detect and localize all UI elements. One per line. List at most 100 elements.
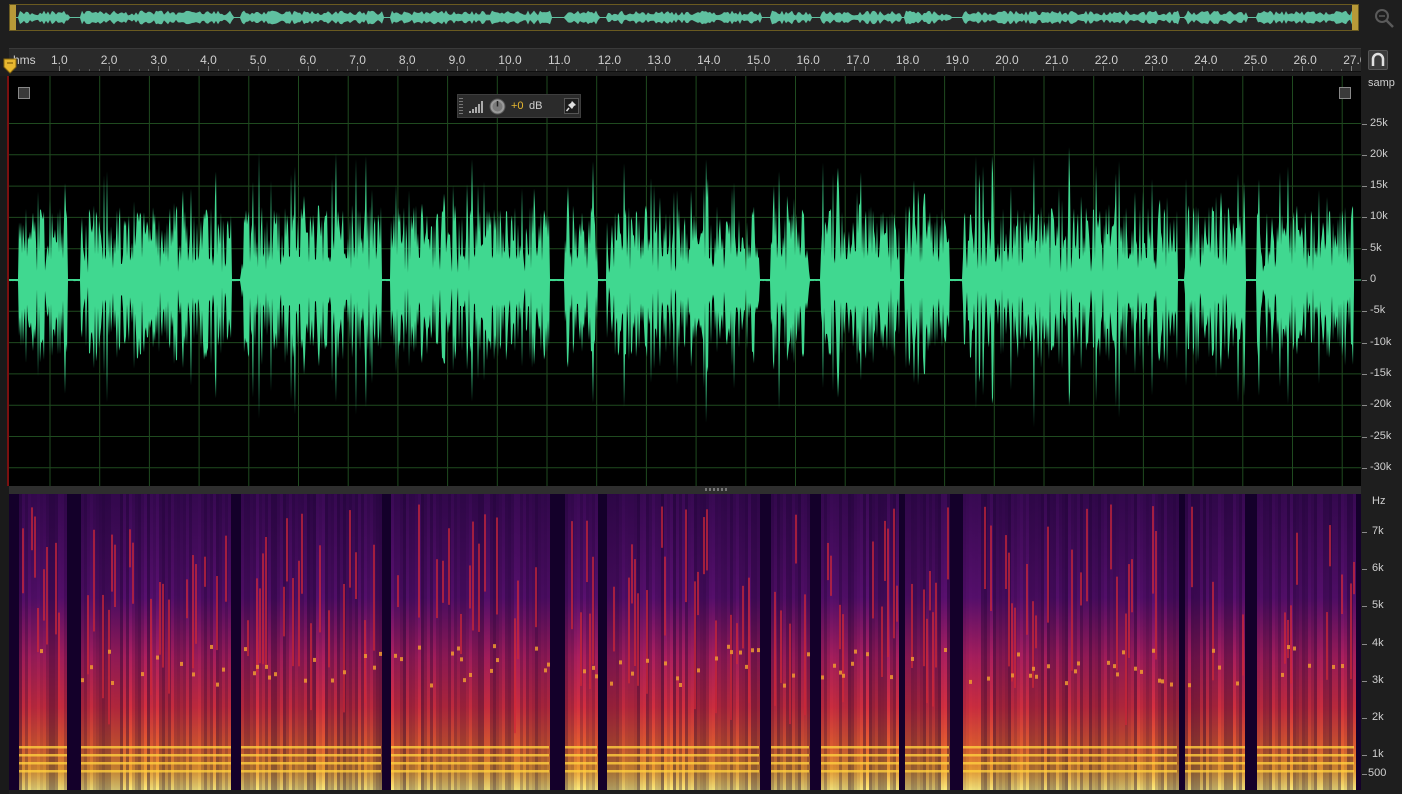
spectrogram-burst [168, 599, 170, 694]
spectrogram-burst [448, 528, 450, 605]
spectrogram-column [180, 494, 183, 790]
zoom-in-corner-handle[interactable] [18, 87, 30, 99]
zoom-out-corner-handle[interactable] [1339, 87, 1351, 99]
ruler-minor-tick [1172, 69, 1174, 71]
spectrogram-formant [268, 675, 271, 680]
spectrogram-burst [664, 556, 666, 636]
ruler-minor-tick [446, 69, 448, 71]
ruler-minor-tick [1092, 69, 1094, 71]
waveform-display[interactable] [9, 76, 1361, 486]
spectrogram-burst [37, 607, 39, 653]
spectrogram-column [532, 494, 535, 790]
spectrogram-column [1275, 494, 1278, 790]
spectrogram-burst [256, 578, 258, 673]
ruler-major-tick [59, 66, 60, 71]
spectrogram-harmonic [391, 754, 549, 757]
overview-bar[interactable] [9, 4, 1359, 31]
spectrogram-burst [742, 585, 744, 649]
spectral-display[interactable] [9, 494, 1361, 790]
snap-toggle-button[interactable] [1368, 50, 1388, 70]
spectrogram-formant [1035, 674, 1038, 679]
panel-divider[interactable] [9, 486, 1361, 494]
spectrogram-formant [1281, 672, 1284, 677]
spectrogram-burst [1128, 564, 1130, 658]
playhead-marker-icon[interactable] [3, 58, 17, 74]
spectrogram-burst [31, 507, 33, 551]
ruler-minor-tick [963, 69, 965, 71]
ruler-major-tick [158, 66, 160, 71]
spectrogram-column [64, 494, 67, 790]
spectrogram-burst [893, 508, 895, 639]
spectrogram-column [721, 494, 724, 790]
spectrogram-column [807, 494, 810, 790]
spectrogram-formant [1218, 665, 1221, 670]
hud-drag-grip[interactable] [459, 98, 463, 114]
time-ruler[interactable]: hms 1.0 2.0 3.0 4.0 5.0 6.0 7.0 8.0 9.0 10.0 11.0 1… [9, 48, 1361, 72]
spectrogram-harmonic [771, 762, 809, 765]
overview-left-handle[interactable] [10, 5, 16, 30]
spectrogram-column [845, 494, 848, 790]
ruler-tick-label: 27.0 [1343, 53, 1361, 67]
ruler-minor-tick [1142, 69, 1144, 71]
spectrogram-column [890, 494, 893, 790]
overview-right-handle[interactable] [1352, 5, 1358, 30]
spectrogram-column [463, 494, 466, 790]
spectrogram-formant [1116, 672, 1119, 677]
spectrogram-formant [1047, 664, 1050, 669]
ruler-minor-tick [1162, 69, 1164, 71]
amplitude-scale-label: -15k [1370, 366, 1392, 379]
ruler-major-tick [257, 66, 259, 71]
spectrogram-burst [990, 525, 992, 611]
gain-value[interactable]: +0 [511, 100, 524, 112]
spectrogram-column [878, 494, 881, 790]
ruler-minor-tick [1033, 69, 1035, 71]
ruler-minor-tick [1122, 69, 1124, 71]
spectrogram-column [700, 494, 703, 790]
spectrogram-burst [111, 534, 113, 592]
spectrogram-formant [111, 680, 114, 685]
zoom-magnifier-icon[interactable] [1372, 6, 1396, 30]
spectrogram-column [90, 494, 93, 790]
gain-hud[interactable]: +0 dB [457, 94, 581, 118]
spectrogram-burst [108, 609, 110, 725]
spectrogram-formant [1134, 666, 1137, 671]
ruler-minor-tick [317, 69, 319, 71]
amplitude-scale-label: 0 [1370, 273, 1377, 285]
spectrogram-burst [114, 544, 116, 608]
spectrogram-column [718, 494, 721, 790]
spectrogram-burst [55, 542, 57, 635]
spectrogram-column [1149, 494, 1152, 790]
ruler-minor-tick [426, 69, 428, 71]
spectrogram-column [1200, 494, 1203, 790]
spectrogram-formant [854, 649, 857, 654]
spectrogram-column [1044, 494, 1047, 790]
spectrogram-burst [159, 582, 161, 655]
level-meter-icon [469, 101, 483, 113]
spectrogram-formant [1158, 678, 1161, 683]
spectrogram-column [963, 494, 966, 790]
ruler-minor-tick [874, 69, 876, 71]
spectrogram-burst [1047, 526, 1049, 623]
spectrogram-column [307, 494, 310, 790]
spectrogram-column [944, 494, 947, 790]
spectrogram-column [316, 494, 319, 790]
spectrogram-formant [745, 664, 748, 669]
ruler-major-tick [1003, 66, 1005, 71]
spectrogram-column [1233, 494, 1236, 790]
spectrogram-graph [19, 494, 1356, 790]
spectrogram-burst [1008, 552, 1010, 667]
spectrogram-column [801, 494, 804, 790]
pin-button[interactable] [564, 98, 579, 114]
spectrogram-column [1092, 494, 1095, 790]
spectrogram-column [1293, 494, 1296, 790]
ruler-tick-label: 11.0 [548, 53, 571, 67]
divider-grip[interactable] [705, 488, 729, 491]
gain-knob-icon[interactable] [489, 98, 506, 115]
spectrogram-column [538, 494, 541, 790]
spectrogram-column [1299, 494, 1302, 790]
spectrogram-column [147, 494, 150, 790]
spectrogram-column [105, 494, 108, 790]
ruler-major-tick [1053, 66, 1054, 71]
spectrogram-harmonic [607, 770, 759, 773]
ruler-minor-tick [486, 69, 488, 71]
